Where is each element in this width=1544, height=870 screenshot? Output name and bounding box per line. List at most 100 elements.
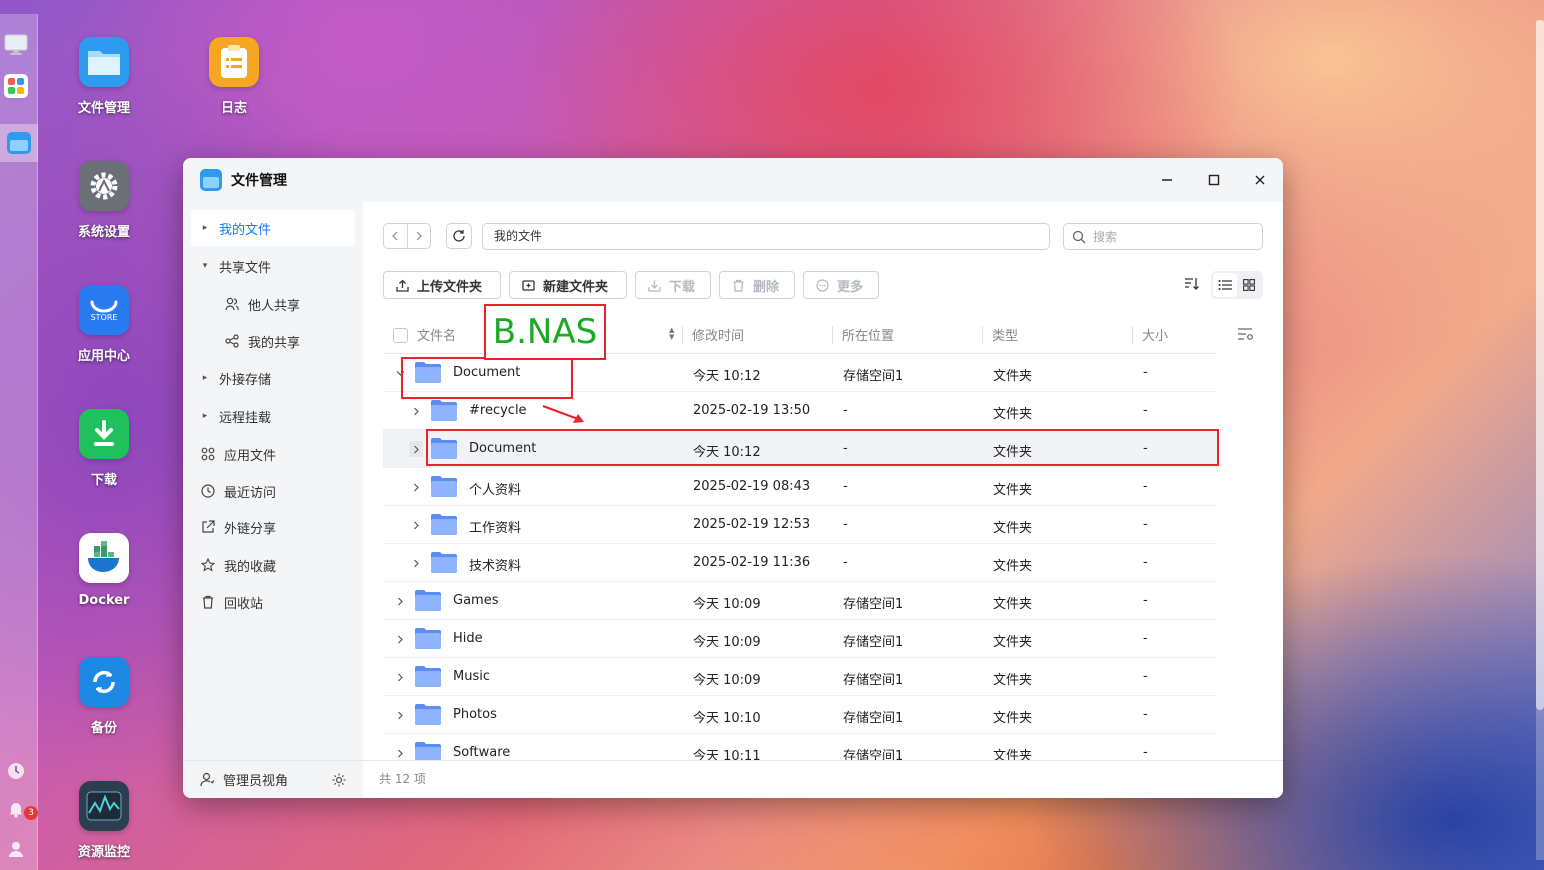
chevron-right-icon[interactable] <box>409 441 423 457</box>
sidebar-item-remote-mount[interactable]: ▸ 远程挂载 <box>191 398 355 434</box>
refresh-button[interactable] <box>446 223 472 249</box>
size-cell: - <box>1143 745 1148 760</box>
search-input[interactable]: 搜索 <box>1063 223 1263 250</box>
table-row[interactable]: Software 今天 10:11 存储空间1 文件夹 - <box>383 734 1217 760</box>
type-cell: 文件夹 <box>993 369 1033 384</box>
table-row[interactable]: 技术资料 2025-02-19 11:36 - 文件夹 - <box>383 544 1217 582</box>
column-divider[interactable] <box>832 326 833 344</box>
back-button[interactable] <box>384 224 407 248</box>
file-name: 工作资料 <box>469 521 522 536</box>
chevron-left-icon <box>392 231 398 241</box>
resource-monitor-icon <box>79 781 129 831</box>
dock-file-manager[interactable] <box>0 124 38 162</box>
caret-right-icon[interactable]: ▸ <box>199 373 211 383</box>
desktop-scrollbar-thumb[interactable] <box>1536 20 1544 710</box>
chevron-right-icon[interactable] <box>393 631 407 647</box>
sidebar-item-favorites[interactable]: 我的收藏 <box>191 547 355 583</box>
dock-user[interactable] <box>3 836 29 862</box>
table-row[interactable]: #recycle 2025-02-19 13:50 - 文件夹 - <box>383 392 1217 430</box>
table-row[interactable]: 工作资料 2025-02-19 12:53 - 文件夹 - <box>383 506 1217 544</box>
sidebar-item-my-files[interactable]: ▸ 我的文件 <box>191 210 355 246</box>
window-titlebar[interactable]: 文件管理 <box>183 158 1283 202</box>
sort-arrows-icon[interactable]: ▲ ▼ <box>669 327 674 341</box>
select-all-checkbox[interactable] <box>393 328 408 343</box>
clock-icon <box>8 763 24 779</box>
more-icon <box>816 278 829 292</box>
desktop-icon-log[interactable]: 日志 <box>189 37 279 116</box>
sidebar-item-my-shares[interactable]: 我的共享 <box>191 323 355 359</box>
dock-monitor[interactable] <box>3 32 29 58</box>
desktop-icon-file-manager[interactable]: 文件管理 <box>59 37 149 116</box>
desktop-icon-resource-monitor[interactable]: 资源监控 <box>59 781 149 860</box>
more-button[interactable]: 更多 <box>803 271 879 299</box>
column-header-type[interactable]: 类型 <box>992 325 1018 344</box>
app-grid-icon <box>4 74 28 98</box>
sidebar-item-shared-with-me[interactable]: 他人共享 <box>191 286 355 322</box>
maximize-icon <box>1208 174 1220 186</box>
people-icon <box>224 297 240 311</box>
chevron-right-icon <box>416 231 422 241</box>
desktop-icon-download[interactable]: 下载 <box>59 409 149 488</box>
table-row[interactable]: Games 今天 10:09 存储空间1 文件夹 - <box>383 582 1217 620</box>
chevron-right-icon[interactable] <box>409 403 423 419</box>
chevron-right-icon[interactable] <box>409 555 423 571</box>
list-icon <box>1218 280 1232 290</box>
chevron-right-icon[interactable] <box>409 517 423 533</box>
desktop-icon-app-center[interactable]: STORE 应用中心 <box>59 285 149 364</box>
column-header-size[interactable]: 大小 <box>1142 325 1168 344</box>
chevron-right-icon[interactable] <box>393 593 407 609</box>
forward-button[interactable] <box>406 224 431 248</box>
column-divider[interactable] <box>1132 326 1133 344</box>
admin-view-button[interactable]: 管理员视角 <box>223 770 288 789</box>
desktop-icon-docker[interactable]: Docker <box>59 533 149 608</box>
maximize-button[interactable] <box>1202 168 1226 192</box>
table-row[interactable]: Hide 今天 10:09 存储空间1 文件夹 - <box>383 620 1217 658</box>
modified-cell: 今天 10:09 <box>693 635 761 650</box>
caret-down-icon[interactable]: ▾ <box>199 261 211 271</box>
file-name: 技术资料 <box>469 559 522 574</box>
sidebar-item-recent[interactable]: 最近访问 <box>191 473 355 509</box>
sort-button[interactable] <box>1180 272 1204 296</box>
sidebar-item-app-files[interactable]: 应用文件 <box>191 436 355 472</box>
sidebar-item-recycle-bin[interactable]: 回收站 <box>191 584 355 620</box>
table-row[interactable]: Document 今天 10:12 - 文件夹 - <box>383 430 1217 468</box>
upload-folder-button[interactable]: 上传文件夹 <box>383 271 501 299</box>
dock-app-grid[interactable] <box>3 73 29 99</box>
caret-right-icon[interactable]: ▸ <box>199 223 211 233</box>
chevron-down-icon[interactable] <box>393 365 407 381</box>
desktop-icon-settings[interactable]: 系统设置 <box>59 161 149 240</box>
new-folder-button[interactable]: 新建文件夹 <box>509 271 627 299</box>
download-button[interactable]: 下载 <box>635 271 711 299</box>
chevron-right-icon[interactable] <box>409 479 423 495</box>
chevron-right-icon[interactable] <box>393 707 407 723</box>
size-cell: - <box>1143 555 1148 570</box>
column-header-name[interactable]: 文件名 <box>417 325 456 344</box>
column-settings-button[interactable] <box>1237 326 1255 346</box>
desktop-icon-backup[interactable]: 备份 <box>59 657 149 736</box>
sidebar-item-external-link-share[interactable]: 外链分享 <box>191 509 355 545</box>
column-header-modified[interactable]: 修改时间 <box>692 325 744 344</box>
size-cell: - <box>1143 403 1148 418</box>
dock-clock[interactable] <box>3 758 29 784</box>
table-row[interactable]: Music 今天 10:09 存储空间1 文件夹 - <box>383 658 1217 696</box>
location-cell: - <box>843 517 848 532</box>
table-row[interactable]: Photos 今天 10:10 存储空间1 文件夹 - <box>383 696 1217 734</box>
caret-right-icon[interactable]: ▸ <box>199 411 211 421</box>
location-cell: - <box>843 479 848 494</box>
delete-button[interactable]: 删除 <box>719 271 795 299</box>
sidebar-item-external-storage[interactable]: ▸ 外接存储 <box>191 360 355 396</box>
minimize-button[interactable] <box>1155 168 1179 192</box>
grid-view-button[interactable] <box>1237 273 1261 297</box>
column-divider[interactable] <box>682 326 683 344</box>
chevron-right-icon[interactable] <box>393 669 407 685</box>
path-bar[interactable]: 我的文件 <box>482 223 1050 250</box>
close-button[interactable] <box>1248 168 1272 192</box>
list-view-button[interactable] <box>1213 273 1237 297</box>
column-divider[interactable] <box>982 326 983 344</box>
column-header-location[interactable]: 所在位置 <box>842 325 894 344</box>
settings-icon[interactable] <box>331 772 347 788</box>
chevron-right-icon[interactable] <box>393 745 407 760</box>
file-manager-app-icon <box>200 169 222 191</box>
sidebar-item-shared-files[interactable]: ▾ 共享文件 <box>191 248 355 284</box>
table-row[interactable]: 个人资料 2025-02-19 08:43 - 文件夹 - <box>383 468 1217 506</box>
